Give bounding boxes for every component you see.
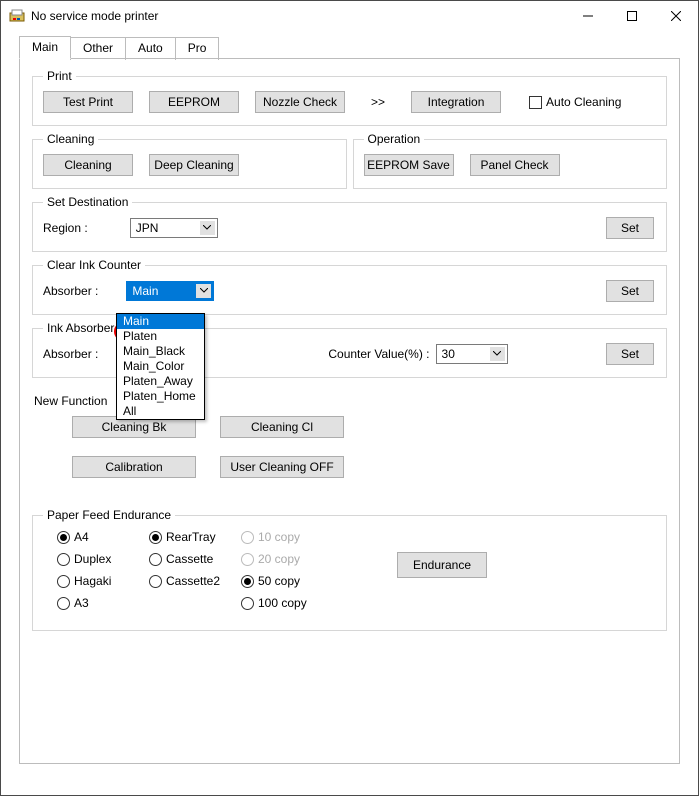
chevron-down-icon — [196, 284, 211, 298]
tab-pro[interactable]: Pro — [175, 37, 220, 60]
region-select[interactable]: JPN — [130, 218, 218, 238]
user-cleaning-off-button[interactable]: User Cleaning OFF — [220, 456, 344, 478]
clear-ink-set-button[interactable]: Set — [606, 280, 654, 302]
titlebar: No service mode printer — [1, 1, 698, 31]
group-print-legend: Print — [43, 69, 76, 83]
tab-main[interactable]: Main — [19, 36, 71, 59]
absorber2-label: Absorber : — [43, 347, 98, 361]
radio-duplex[interactable] — [57, 553, 70, 566]
group-cleaning-legend: Cleaning — [43, 132, 98, 146]
cleaning-button[interactable]: Cleaning — [43, 154, 133, 176]
absorber-select[interactable]: Main — [126, 281, 214, 301]
absorber-option-platen[interactable]: Platen — [117, 329, 204, 344]
radio-a4-label: A4 — [74, 530, 89, 544]
chevron-down-icon — [200, 221, 215, 235]
endurance-button[interactable]: Endurance — [397, 552, 487, 578]
radio-a4[interactable] — [57, 531, 70, 544]
absorber-option-platen-away[interactable]: Platen_Away — [117, 374, 204, 389]
group-print: Print Test Print EEPROM Nozzle Check >> … — [32, 69, 667, 126]
region-label: Region : — [43, 221, 88, 235]
counter-value-select[interactable]: 30 — [436, 344, 508, 364]
test-print-button[interactable]: Test Print — [43, 91, 133, 113]
absorber-label: Absorber : — [43, 284, 98, 298]
radio-reartray[interactable] — [149, 531, 162, 544]
group-clear-ink: Clear Ink Counter Absorber : Main Set — [32, 258, 667, 315]
auto-cleaning-checkbox[interactable] — [529, 96, 542, 109]
radio-10copy — [241, 531, 254, 544]
region-set-button[interactable]: Set — [606, 217, 654, 239]
tab-other[interactable]: Other — [70, 37, 126, 60]
integration-button[interactable]: Integration — [411, 91, 501, 113]
radio-20copy — [241, 553, 254, 566]
eeprom-button[interactable]: EEPROM — [149, 91, 239, 113]
maximize-button[interactable] — [610, 1, 654, 31]
radio-a3[interactable] — [57, 597, 70, 610]
minimize-button[interactable] — [566, 1, 610, 31]
tab-panel: Print Test Print EEPROM Nozzle Check >> … — [19, 58, 680, 764]
panel-check-button[interactable]: Panel Check — [470, 154, 560, 176]
group-clear-ink-legend: Clear Ink Counter — [43, 258, 145, 272]
ink-absorber-set-button[interactable]: Set — [606, 343, 654, 365]
absorber-option-main-color[interactable]: Main_Color — [117, 359, 204, 374]
absorber-option-main[interactable]: Main — [117, 314, 204, 329]
radio-reartray-label: RearTray — [166, 530, 216, 544]
group-paper-feed-legend: Paper Feed Endurance — [43, 508, 175, 522]
arrows-icon: >> — [371, 95, 385, 109]
eeprom-save-button[interactable]: EEPROM Save — [364, 154, 454, 176]
absorber-option-platen-home[interactable]: Platen_Home — [117, 389, 204, 404]
radio-duplex-label: Duplex — [74, 552, 111, 566]
group-cleaning: Cleaning Cleaning Deep Cleaning — [32, 132, 347, 189]
radio-a3-label: A3 — [74, 596, 89, 610]
radio-100copy[interactable] — [241, 597, 254, 610]
deep-cleaning-button[interactable]: Deep Cleaning — [149, 154, 239, 176]
absorber-option-main-black[interactable]: Main_Black — [117, 344, 204, 359]
group-paper-feed: Paper Feed Endurance A4 Duplex Hagaki A3… — [32, 508, 667, 631]
radio-hagaki[interactable] — [57, 575, 70, 588]
radio-cassette-label: Cassette — [166, 552, 213, 566]
radio-cassette2[interactable] — [149, 575, 162, 588]
absorber-option-all[interactable]: All — [117, 404, 204, 419]
auto-cleaning-label: Auto Cleaning — [546, 95, 621, 109]
absorber-dropdown-list[interactable]: Main Platen Main_Black Main_Color Platen… — [116, 313, 205, 420]
radio-50copy-label: 50 copy — [258, 574, 300, 588]
nozzle-check-button[interactable]: Nozzle Check — [255, 91, 345, 113]
calibration-button[interactable]: Calibration — [72, 456, 196, 478]
group-set-destination-legend: Set Destination — [43, 195, 132, 209]
group-operation-legend: Operation — [364, 132, 425, 146]
radio-50copy[interactable] — [241, 575, 254, 588]
chevron-down-icon — [490, 347, 505, 361]
close-button[interactable] — [654, 1, 698, 31]
window-title: No service mode printer — [31, 9, 566, 23]
radio-100copy-label: 100 copy — [258, 596, 307, 610]
counter-value-label: Counter Value(%) : — [328, 347, 429, 361]
radio-10copy-label: 10 copy — [258, 530, 300, 544]
radio-20copy-label: 20 copy — [258, 552, 300, 566]
tab-bar: Main Other Auto Pro — [19, 35, 680, 58]
radio-hagaki-label: Hagaki — [74, 574, 111, 588]
radio-cassette2-label: Cassette2 — [166, 574, 220, 588]
group-operation: Operation EEPROM Save Panel Check — [353, 132, 668, 189]
radio-cassette[interactable] — [149, 553, 162, 566]
app-icon — [9, 8, 25, 24]
tab-auto[interactable]: Auto — [125, 37, 176, 60]
group-set-destination: Set Destination Region : JPN Set — [32, 195, 667, 252]
cleaning-cl-button[interactable]: Cleaning Cl — [220, 416, 344, 438]
